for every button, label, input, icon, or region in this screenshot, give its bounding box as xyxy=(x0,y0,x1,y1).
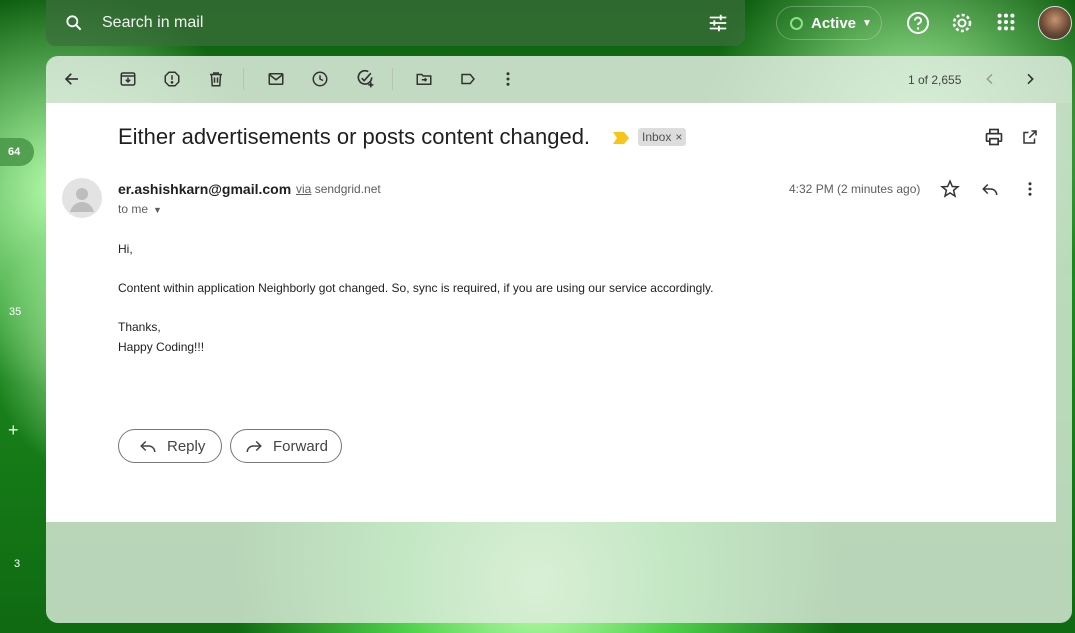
help-icon[interactable] xyxy=(906,11,930,40)
importance-marker-icon[interactable] xyxy=(613,131,629,149)
forward-button[interactable]: Forward xyxy=(230,429,342,463)
mark-unread-icon[interactable] xyxy=(264,70,288,88)
back-icon[interactable] xyxy=(60,70,84,88)
forward-label: Forward xyxy=(273,437,329,455)
sender-email[interactable]: er.ashishkarn@gmail.com xyxy=(118,181,291,197)
plus-icon[interactable]: + xyxy=(8,420,19,441)
via-domain: sendgrid.net xyxy=(314,182,381,196)
account-avatar[interactable] xyxy=(1038,6,1072,40)
body-signoff: Thanks, xyxy=(118,320,161,334)
reply-label: Reply xyxy=(167,437,206,455)
status-label: Active xyxy=(811,14,857,32)
panel-footer xyxy=(46,522,1072,623)
chevron-down-icon: ▼ xyxy=(862,17,872,29)
label-icon[interactable] xyxy=(456,70,480,88)
archive-icon[interactable] xyxy=(116,70,140,88)
label-text: Inbox xyxy=(642,130,672,144)
search-bar[interactable]: Search in mail xyxy=(46,0,745,46)
rail-count[interactable]: 3 xyxy=(14,558,20,570)
email-subject: Either advertisements or posts content c… xyxy=(118,124,591,149)
search-icon[interactable] xyxy=(46,13,102,33)
star-icon[interactable] xyxy=(938,179,962,198)
reply-button[interactable]: Reply xyxy=(118,429,222,463)
panel-edge xyxy=(1056,103,1072,522)
status-indicator-icon xyxy=(790,16,803,30)
spam-icon[interactable] xyxy=(160,70,184,88)
add-task-icon[interactable] xyxy=(353,69,377,88)
pagination-label: 1 of 2,655 xyxy=(908,73,962,87)
inbox-label-chip: Inbox × xyxy=(638,128,687,146)
toolbar-divider xyxy=(392,68,393,90)
via-line: via sendgrid.net xyxy=(296,182,381,196)
search-input[interactable]: Search in mail xyxy=(102,14,203,32)
forward-icon xyxy=(246,440,262,453)
rail-count[interactable]: 35 xyxy=(9,306,21,318)
open-in-new-icon[interactable] xyxy=(1018,128,1042,146)
remove-label-button[interactable]: × xyxy=(675,130,682,144)
unread-count-badge[interactable]: 64 xyxy=(0,138,34,166)
more-options-icon[interactable] xyxy=(1018,180,1042,198)
more-icon[interactable] xyxy=(496,70,520,88)
settings-icon[interactable] xyxy=(950,11,974,40)
reply-icon[interactable] xyxy=(978,180,1002,198)
chevron-down-icon[interactable]: ▼ xyxy=(153,205,162,215)
chevron-right-icon[interactable] xyxy=(1018,70,1042,88)
via-link[interactable]: via xyxy=(296,182,311,196)
recipient-label: to me xyxy=(118,202,149,216)
body-paragraph: Content within application Neighborly go… xyxy=(118,281,714,295)
tune-icon[interactable] xyxy=(707,12,729,39)
recipient-details[interactable]: to me ▼ xyxy=(118,202,162,216)
sender-avatar[interactable] xyxy=(62,178,102,218)
apps-icon[interactable] xyxy=(995,11,1017,38)
snooze-icon[interactable] xyxy=(308,70,332,88)
body-signature: Happy Coding!!! xyxy=(118,340,205,354)
move-to-icon[interactable] xyxy=(412,70,436,88)
chevron-left-icon[interactable] xyxy=(978,70,1002,88)
print-icon[interactable] xyxy=(982,128,1006,146)
delete-icon[interactable] xyxy=(204,70,228,88)
email-timestamp: 4:32 PM (2 minutes ago) xyxy=(789,182,921,196)
reply-icon xyxy=(140,440,156,453)
body-greeting: Hi, xyxy=(118,242,133,256)
status-dropdown[interactable]: Active ▼ xyxy=(776,6,882,40)
toolbar-divider xyxy=(243,68,244,90)
